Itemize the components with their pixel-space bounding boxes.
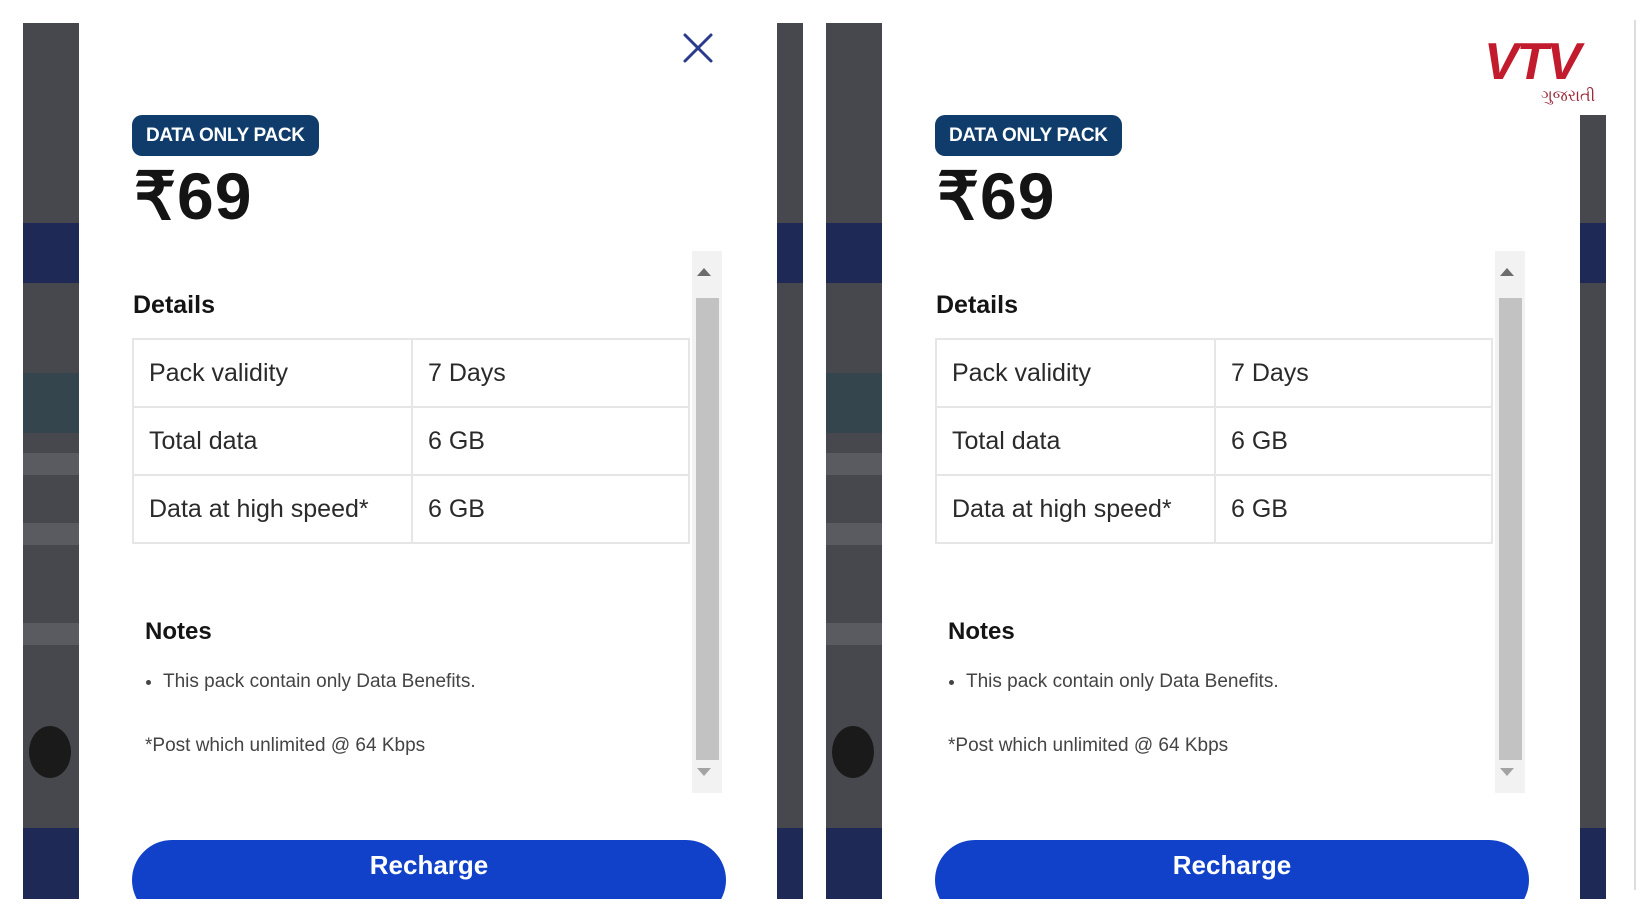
- screenshot-right: DATA ONLY PACK ₹69 Details Pack validity…: [826, 23, 1606, 899]
- detail-label: Pack validity: [935, 338, 1216, 408]
- scroll-down-arrow-icon[interactable]: [1500, 768, 1514, 776]
- scroll-up-arrow-icon[interactable]: [697, 268, 711, 276]
- table-row: Total data 6 GB: [935, 406, 1493, 476]
- scroll-up-arrow-icon[interactable]: [1500, 268, 1514, 276]
- table-row: Pack validity 7 Days: [935, 338, 1493, 408]
- screenshot-left: DATA ONLY PACK ₹69 Details Pack validity…: [23, 23, 803, 899]
- close-icon: [683, 33, 713, 63]
- pack-type-badge: DATA ONLY PACK: [935, 115, 1122, 156]
- detail-label: Data at high speed*: [132, 474, 413, 544]
- logo-subtext: ગુજરાતી: [1541, 86, 1596, 105]
- close-button[interactable]: [675, 25, 721, 71]
- detail-value: 6 GB: [1214, 406, 1493, 476]
- list-item: This pack contain only Data Benefits.: [163, 671, 476, 693]
- plan-details-modal: DATA ONLY PACK ₹69 Details Pack validity…: [79, 23, 777, 899]
- table-row: Total data 6 GB: [132, 406, 690, 476]
- notes-list: This pack contain only Data Benefits.: [139, 671, 476, 693]
- plan-details-modal: DATA ONLY PACK ₹69 Details Pack validity…: [882, 23, 1580, 899]
- notes-heading: Notes: [948, 618, 1015, 645]
- footnote: *Post which unlimited @ 64 Kbps: [948, 735, 1229, 756]
- detail-label: Total data: [935, 406, 1216, 476]
- pack-price: ₹69: [937, 159, 1056, 233]
- dimmed-background-right: [777, 23, 803, 899]
- details-table: Pack validity 7 Days Total data 6 GB Dat…: [935, 338, 1493, 544]
- dimmed-background-left: [23, 23, 79, 899]
- detail-value: 7 Days: [411, 338, 690, 408]
- dimmed-background-right: [1580, 23, 1606, 899]
- scrollbar[interactable]: [1495, 251, 1525, 793]
- vtv-logo: VTV ગુજરાતી: [1476, 20, 1624, 115]
- scrollbar-thumb[interactable]: [1499, 298, 1522, 760]
- detail-value: 6 GB: [411, 406, 690, 476]
- detail-value: 6 GB: [411, 474, 690, 544]
- footnote: *Post which unlimited @ 64 Kbps: [145, 735, 426, 756]
- recharge-button[interactable]: Recharge: [132, 840, 726, 899]
- detail-label: Pack validity: [132, 338, 413, 408]
- detail-label: Total data: [132, 406, 413, 476]
- pack-type-badge: DATA ONLY PACK: [132, 115, 319, 156]
- details-heading: Details: [936, 291, 1018, 319]
- scrollbar-thumb[interactable]: [696, 298, 719, 760]
- scroll-down-arrow-icon[interactable]: [697, 768, 711, 776]
- table-row: Data at high speed* 6 GB: [132, 474, 690, 544]
- notes-list: This pack contain only Data Benefits.: [942, 671, 1279, 693]
- detail-value: 7 Days: [1214, 338, 1493, 408]
- dimmed-background-left: [826, 23, 882, 899]
- list-item: This pack contain only Data Benefits.: [966, 671, 1279, 693]
- divider: [1634, 20, 1636, 890]
- table-row: Data at high speed* 6 GB: [935, 474, 1493, 544]
- detail-label: Data at high speed*: [935, 474, 1216, 544]
- details-table: Pack validity 7 Days Total data 6 GB Dat…: [132, 338, 690, 544]
- detail-value: 6 GB: [1214, 474, 1493, 544]
- notes-heading: Notes: [145, 618, 212, 645]
- details-heading: Details: [133, 291, 215, 319]
- recharge-button[interactable]: Recharge: [935, 840, 1529, 899]
- logo-text: VTV: [1484, 33, 1581, 91]
- scrollbar[interactable]: [692, 251, 722, 793]
- pack-price: ₹69: [134, 159, 253, 233]
- table-row: Pack validity 7 Days: [132, 338, 690, 408]
